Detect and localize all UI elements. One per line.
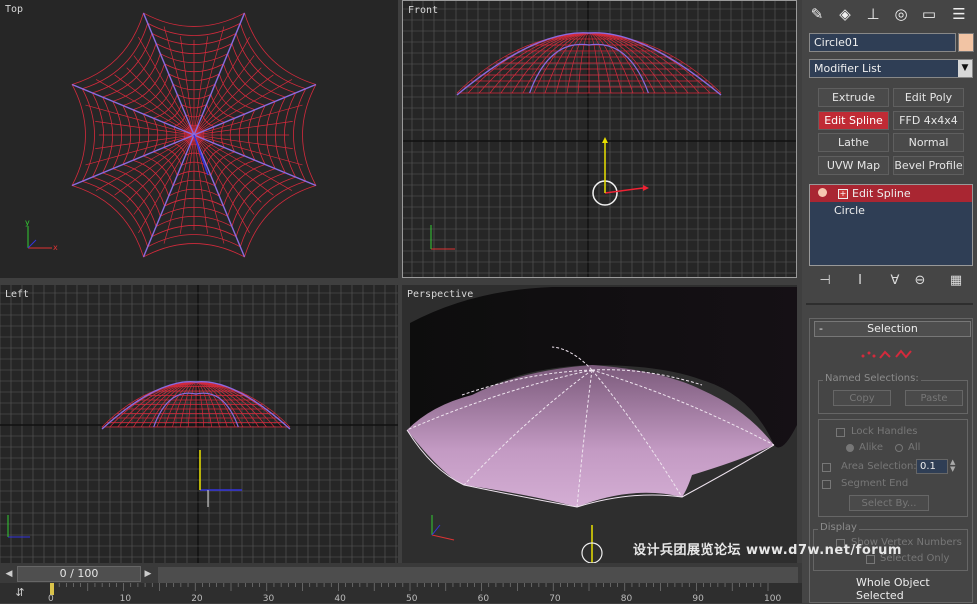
wire-spoke [193,79,293,136]
utilities-icon[interactable]: ☰ [948,3,970,25]
expand-plus-icon[interactable]: + [838,189,848,199]
light-bulb-icon[interactable] [818,188,827,197]
axis-y-label-top: y [25,218,30,227]
paste-button[interactable]: Paste [905,390,963,406]
panel-divider [806,303,973,305]
selection-rollout-header[interactable]: - Selection [814,321,971,337]
watermark: 设计兵团展览论坛 www.d7w.net/forum [633,543,902,558]
viewport-label-left[interactable]: Left [5,289,29,300]
segment-end-label: Segment End [841,478,909,489]
spinner-icon[interactable]: ▲ ▼ [950,459,955,473]
wire-spoke [193,134,293,191]
modifier-button-normal[interactable]: Normal [893,133,964,152]
pin-stack-icon[interactable]: ⊣ [817,273,833,289]
wire-spoke [138,134,195,234]
modifier-list-dropdown[interactable]: Modifier List ▼ [809,59,973,78]
viewport-label-front[interactable]: Front [408,5,438,16]
stack-item-label: Circle [834,204,865,217]
area-selection-checkbox[interactable] [822,463,831,472]
wire-spoke [193,134,262,203]
track-bar[interactable]: ⇵ 0 10 20 30 40 50 60 70 80 90 100 [0,583,802,604]
collapse-minus-icon[interactable]: - [819,322,823,336]
modifier-button-ffd[interactable]: FFD 4x4x4 [893,111,964,130]
modifier-button-edit-spline[interactable]: Edit Spline [818,111,889,130]
motion-icon[interactable]: ◎ [890,3,912,25]
named-selections-group: Named Selections: Copy Paste [818,373,968,414]
chevron-down-icon[interactable]: ▼ [958,60,972,77]
axis-tripod-top [27,226,52,249]
lock-handles-checkbox[interactable] [836,428,845,437]
grid-left [0,285,398,563]
front-view-canvas [403,1,796,277]
modifier-list-label: Modifier List [814,62,882,75]
show-end-result-icon[interactable]: Ι [852,273,868,289]
alike-radio[interactable] [846,444,854,452]
axis-gizmo-perspective [581,525,603,563]
stack-item-edit-spline[interactable]: + Edit Spline [810,185,972,202]
named-selections-title: Named Selections: [823,373,921,384]
all-radio[interactable] [895,444,903,452]
umbrella-top-wireframe [71,12,317,258]
wire-spoke [95,134,195,191]
time-slider[interactable]: 0 / 100 [17,566,141,582]
left-view-canvas [0,285,398,563]
wire-spoke [193,134,250,234]
lock-handles-label: Lock Handles [851,426,918,437]
modifier-button-extrude[interactable]: Extrude [818,88,889,107]
wire-spoke [126,134,195,203]
area-selection-input[interactable]: 0.1 [916,459,948,474]
make-unique-icon[interactable]: ∀ [887,273,903,289]
axis-tripod-perspective [431,515,455,541]
viewport-front[interactable]: Front [402,0,797,278]
selection-status: Whole Object Selected [856,576,930,602]
viewport-label-top[interactable]: Top [5,4,23,15]
time-track[interactable] [158,567,798,583]
segment-end-checkbox[interactable] [822,480,831,489]
object-name-field[interactable]: Circle01 [809,33,956,52]
sub-object-level-icons[interactable] [860,348,920,362]
modifier-button-lathe[interactable]: Lathe [818,133,889,152]
prev-frame-icon[interactable]: ◀ [2,566,16,582]
axis-gizmo-left [199,450,242,507]
modifier-stack[interactable]: + Edit Spline Circle [809,184,973,266]
wire-spoke [138,36,195,136]
all-label: All [908,442,921,453]
modifier-button-bevel-profile[interactable]: Bevel Profile [893,156,964,175]
next-frame-icon[interactable]: ▶ [141,566,155,582]
umbrella-left-wireframe [101,381,291,430]
axis-tripod-front [430,225,455,250]
stack-item-circle[interactable]: Circle [810,202,972,219]
command-panel: ✎ ◈ ⊥ ◎ ▭ ☰ Circle01 Modifier List ▼ Ext… [802,0,977,603]
viewport-left[interactable]: Left [0,285,398,563]
select-by-button[interactable]: Select By... [849,495,929,511]
selection-rollout-title: Selection [867,322,918,335]
create-icon[interactable]: ✎ [806,3,828,25]
viewport-perspective[interactable]: Perspective [402,285,797,563]
grid-front [403,1,796,277]
top-view-canvas: y x [25,12,317,258]
selection-options-group: Lock Handles Alike All Area Selection: 0… [818,419,968,517]
object-color-swatch[interactable] [958,33,974,52]
wire-spoke [193,36,250,136]
axis-x-label-top: x [53,243,58,252]
copy-button[interactable]: Copy [833,390,891,406]
wire-spoke [95,79,195,136]
perspective-view-canvas [406,287,797,563]
remove-modifier-icon[interactable]: ⊖ [912,273,928,289]
modifier-button-uvw-map[interactable]: UVW Map [818,156,889,175]
modifier-button-edit-poly[interactable]: Edit Poly [893,88,964,107]
configure-sets-icon[interactable]: ▦ [948,273,964,289]
selection-rollout: - Selection Named Selections: Copy Paste… [809,318,973,603]
area-selection-label: Area Selection: [841,461,917,472]
display-title: Display [818,522,859,533]
wire-spoke [193,67,262,136]
viewport-top[interactable]: Top y x [0,0,398,278]
display-icon[interactable]: ▭ [918,3,940,25]
modify-icon[interactable]: ◈ [834,3,856,25]
viewport-label-perspective[interactable]: Perspective [407,289,473,300]
wire-spoke [126,67,195,136]
alike-label: Alike [859,442,883,453]
hierarchy-icon[interactable]: ⊥ [862,3,884,25]
